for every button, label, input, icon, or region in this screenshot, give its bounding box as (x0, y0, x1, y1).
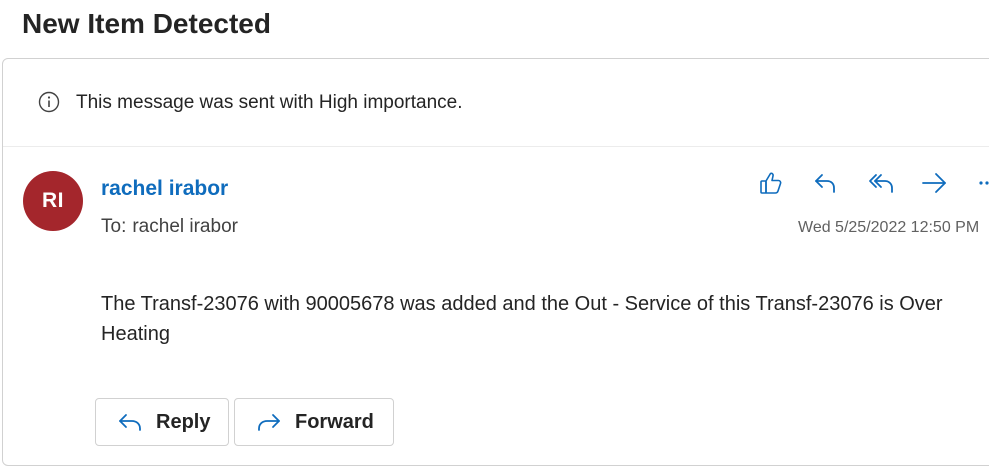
subject-bar: New Item Detected (0, 0, 989, 58)
like-button[interactable] (753, 165, 789, 201)
forward-action-button[interactable] (916, 165, 952, 201)
like-icon (760, 172, 782, 194)
importance-banner: This message was sent with High importan… (3, 59, 989, 147)
message-body: The Transf-23076 with 90005678 was added… (101, 293, 943, 345)
message-card: This message was sent with High importan… (2, 58, 989, 466)
more-icon (979, 181, 989, 185)
forward-icon (922, 173, 946, 193)
forward-button-label: Forward (295, 410, 374, 433)
to-label: To: (101, 216, 127, 237)
reply-icon (815, 174, 835, 193)
reply-icon (119, 414, 141, 431)
avatar-initials: RI (42, 189, 64, 212)
reply-button[interactable]: Reply (95, 398, 229, 446)
info-icon (38, 91, 60, 113)
message-subject: New Item Detected (22, 8, 271, 39)
importance-text: This message was sent with High importan… (76, 92, 463, 113)
recipient-name[interactable]: rachel irabor (132, 216, 238, 237)
more-actions-button[interactable] (969, 165, 989, 201)
avatar[interactable]: RI (23, 171, 83, 231)
sender-name[interactable]: rachel irabor (101, 177, 228, 201)
reply-all-icon (869, 174, 893, 193)
message-timestamp: Wed 5/25/2022 12:50 PM (798, 219, 980, 236)
forward-button[interactable]: Forward (234, 398, 394, 446)
recipients-line: To: rachel irabor (101, 216, 238, 238)
reply-button-label: Reply (156, 410, 211, 433)
reply-action-button[interactable] (807, 165, 843, 201)
reply-all-button[interactable] (863, 165, 899, 201)
forward-icon (258, 414, 280, 431)
